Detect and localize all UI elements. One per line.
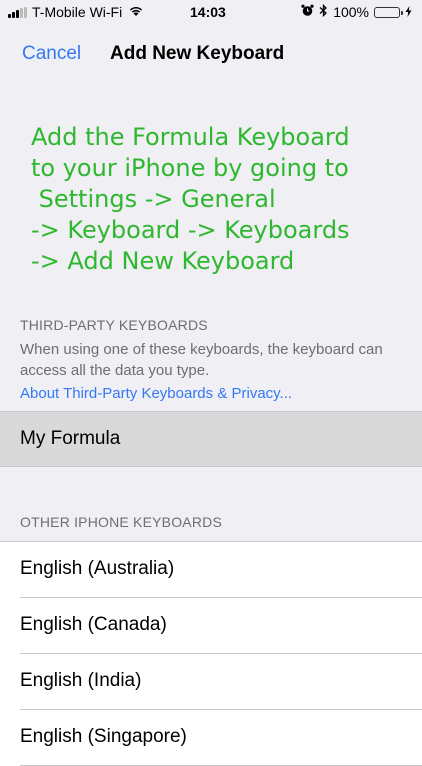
- carrier-label: T-Mobile Wi-Fi: [32, 4, 123, 20]
- status-right: 100%: [296, 3, 412, 20]
- status-bar: T-Mobile Wi-Fi 14:03 100%: [0, 0, 422, 26]
- navigation-bar: Cancel Add New Keyboard: [0, 26, 422, 82]
- other-keyboards-list: English (Australia) English (Canada) Eng…: [0, 541, 422, 766]
- bluetooth-icon: [319, 3, 328, 20]
- status-left: T-Mobile Wi-Fi: [8, 4, 144, 20]
- keyboard-row[interactable]: English (Singapore): [0, 710, 422, 766]
- signal-icon: [8, 6, 28, 18]
- keyboard-row[interactable]: English (Australia): [0, 542, 422, 598]
- keyboard-row[interactable]: English (Canada): [0, 598, 422, 654]
- privacy-link[interactable]: About Third-Party Keyboards & Privacy...: [20, 385, 292, 402]
- keyboard-label: English (India): [20, 670, 142, 691]
- other-keyboards-header: OTHER IPHONE KEYBOARDS: [20, 514, 222, 530]
- page-title: Add New Keyboard: [110, 43, 285, 64]
- third-party-keyboards-description: When using one of these keyboards, the k…: [20, 341, 383, 379]
- wifi-icon: [128, 4, 144, 20]
- promo-instructions: Add the Formula Keyboard to your iPhone …: [31, 123, 350, 275]
- keyboard-label: English (Australia): [20, 558, 175, 579]
- keyboard-row[interactable]: English (India): [0, 654, 422, 710]
- battery-percent: 100%: [333, 4, 369, 20]
- cancel-button[interactable]: Cancel: [22, 43, 81, 65]
- battery-icon: [374, 6, 403, 18]
- keyboard-label: My Formula: [20, 428, 121, 449]
- bolt-icon: [405, 4, 412, 20]
- keyboard-label: English (Canada): [20, 614, 167, 635]
- third-party-keyboards-header: THIRD-PARTY KEYBOARDS: [20, 317, 208, 333]
- keyboard-row-my-formula[interactable]: My Formula: [0, 411, 422, 467]
- keyboard-label: English (Singapore): [20, 726, 187, 747]
- alarm-clock-icon: [301, 4, 314, 20]
- status-time: 14:03: [190, 4, 226, 20]
